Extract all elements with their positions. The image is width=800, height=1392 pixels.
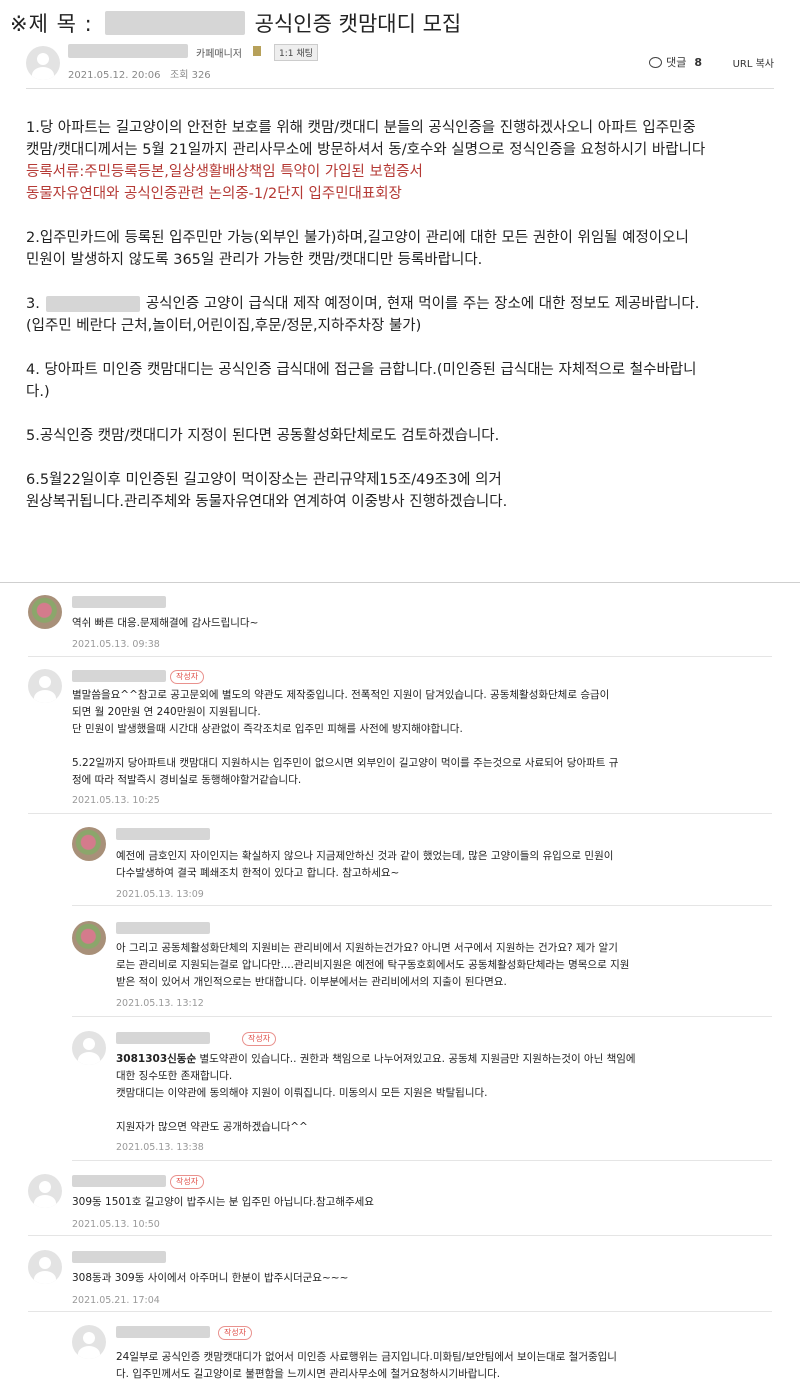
redacted-commenter-name[interactable] bbox=[116, 922, 210, 934]
body-line: 캣맘/캣대디께서는 5월 21일까지 관리사무소에 방문하셔서 동/호수와 실명… bbox=[26, 142, 706, 158]
comment-label: 댓글 bbox=[666, 56, 687, 69]
author-badge: 작성자 bbox=[242, 1032, 277, 1046]
comment-text: 아 그리고 공동체활성화단체의 지원비는 관리비에서 지원하는건가요? 아니면 … bbox=[116, 942, 630, 988]
author-badge: 작성자 bbox=[218, 1326, 253, 1340]
comment-divider bbox=[28, 1235, 772, 1236]
comment-bubble-icon bbox=[649, 56, 663, 68]
commenter-avatar[interactable] bbox=[28, 1250, 62, 1284]
body-line: 다.) bbox=[26, 384, 50, 400]
body-line: 1.당 아파트는 길고양이의 안전한 보호를 위해 캣맘/캣대디 분들의 공식인… bbox=[26, 120, 696, 136]
post-body: 1.당 아파트는 길고양이의 안전한 보호를 위해 캣맘/캣대디 분들의 공식인… bbox=[26, 117, 782, 513]
comment-date: 2021.05.13. 09:38 bbox=[72, 639, 160, 650]
comment-divider bbox=[28, 813, 772, 814]
commenter-avatar[interactable] bbox=[28, 1174, 62, 1208]
post-author-row: 카페매니저 1:1 채팅 2021.05.12. 20:06 조회 326 댓글… bbox=[26, 44, 786, 81]
comment-date: 2021.05.21. 17:04 bbox=[72, 1295, 160, 1306]
member-grade-icon bbox=[253, 46, 261, 56]
comment-text: 역쉬 빠른 대응.문제해결에 감사드립니다~ bbox=[72, 617, 259, 629]
body-line: 민원이 발생하지 않도록 365일 관리가 가능한 캣맘/캣대디만 등록바랍니다… bbox=[26, 252, 483, 268]
redacted-commenter-name[interactable] bbox=[116, 828, 210, 840]
post-title-row: ※제 목 : 공식인증 캣맘대디 모집 bbox=[10, 6, 461, 40]
comments-panel: 역쉬 빠른 대응.문제해결에 감사드립니다~ 2021.05.13. 09:38… bbox=[0, 582, 800, 1392]
comment-text: 24일부로 공식인증 캣맘캣대디가 없어서 미인증 사료행위는 금지입니다.미화… bbox=[116, 1351, 617, 1380]
body-line-highlight: 등록서류:주민등록등본,일상생활배상책임 특약이 가입된 보험증서 bbox=[26, 164, 423, 180]
comment-count: 8 bbox=[694, 55, 702, 69]
comment-count-button[interactable]: 댓글 8 bbox=[649, 54, 702, 70]
comment-date: 2021.05.13. 10:50 bbox=[72, 1219, 160, 1230]
post-meta: 2021.05.12. 20:06 조회 326 bbox=[68, 66, 211, 81]
redacted-apartment-name bbox=[45, 296, 140, 312]
title-prefix: ※제 목 : bbox=[10, 12, 93, 36]
redacted-commenter-name[interactable] bbox=[116, 1326, 210, 1338]
redacted-apartment-name bbox=[104, 11, 245, 35]
body-line: 원상복귀됩니다.관리주체와 동물자유연대와 연계하여 이중방사 진행하겠습니다. bbox=[26, 494, 508, 510]
body-line: (입주민 베란다 근처,놀이터,어린이집,후문/정문,지하주차장 불가) bbox=[26, 318, 422, 334]
redacted-author-name[interactable] bbox=[68, 44, 188, 58]
comment-text: 예전에 금호인지 자이인지는 확실하지 않으나 지금제안하신 것과 같이 했었는… bbox=[116, 850, 614, 879]
author-badge: 작성자 bbox=[170, 1175, 205, 1189]
redacted-commenter-name[interactable] bbox=[72, 1251, 166, 1263]
redacted-commenter-name[interactable] bbox=[116, 1032, 210, 1044]
commenter-avatar[interactable] bbox=[72, 921, 106, 955]
body-line: 2.입주민카드에 등록된 입주민만 가능(외부인 불가)하며,길고양이 관리에 … bbox=[26, 230, 689, 246]
redacted-commenter-name[interactable] bbox=[72, 1175, 166, 1187]
header-divider bbox=[26, 88, 774, 89]
post-title: 공식인증 캣맘대디 모집 bbox=[254, 12, 462, 36]
body-line: 6.5월22일이후 미인증된 길고양이 먹이장소는 관리규약제15조/49조3에… bbox=[26, 472, 502, 488]
commenter-avatar[interactable] bbox=[72, 1031, 106, 1065]
body-line: 3. 공식인증 고양이 급식대 제작 예정이며, 현재 먹이를 주는 장소에 대한… bbox=[26, 296, 700, 312]
commenter-avatar[interactable] bbox=[72, 1325, 106, 1359]
comment-divider bbox=[72, 1016, 772, 1017]
comment-date: 2021.05.13. 13:38 bbox=[116, 1142, 204, 1153]
comment-divider bbox=[72, 1160, 772, 1161]
post-date: 2021.05.12. 20:06 bbox=[68, 70, 161, 81]
comment-date: 2021.05.13. 10:25 bbox=[72, 795, 160, 806]
body-line: 4. 당아파트 미인증 캣맘대디는 공식인증 급식대에 접근을 금합니다.(미인… bbox=[26, 362, 697, 378]
comment-divider bbox=[72, 905, 772, 906]
url-copy-button[interactable]: URL 복사 bbox=[733, 55, 774, 70]
post-panel: ※제 목 : 공식인증 캣맘대디 모집 카페매니저 1:1 채팅 2021.05… bbox=[0, 0, 800, 582]
post-views: 조회 326 bbox=[170, 70, 211, 81]
comment-text: 309동 1501호 길고양이 밥주시는 분 입주민 아닙니다.참고해주세요 bbox=[72, 1196, 374, 1208]
author-avatar[interactable] bbox=[26, 46, 60, 80]
author-role: 카페매니저 bbox=[196, 49, 242, 60]
commenter-avatar[interactable] bbox=[28, 669, 62, 703]
comment-text: 별말씀을요^^참고로 공고문외에 별도의 약관도 제작중입니다. 전폭적인 지원… bbox=[72, 689, 619, 786]
comment-divider bbox=[28, 656, 772, 657]
redacted-commenter-name[interactable] bbox=[72, 670, 166, 682]
comment-divider bbox=[28, 1311, 772, 1312]
chat-button[interactable]: 1:1 채팅 bbox=[274, 44, 318, 61]
comment-text: 308동과 309동 사이에서 아주머니 한분이 밥주시더군요~~~ bbox=[72, 1272, 349, 1284]
comment-date: 2021.05.13. 13:09 bbox=[116, 889, 204, 900]
author-badge: 작성자 bbox=[170, 670, 205, 684]
comment-date: 2021.05.13. 13:12 bbox=[116, 998, 204, 1009]
commenter-avatar[interactable] bbox=[72, 827, 106, 861]
body-line-highlight: 동물자유연대와 공식인증관련 논의중-1/2단지 입주민대표회장 bbox=[26, 186, 402, 202]
comment-text: 3081303신동순 별도약관이 있습니다.. 권한과 책임으로 나누어져있고요… bbox=[116, 1053, 636, 1133]
mention: 3081303신동순 bbox=[116, 1053, 197, 1065]
commenter-avatar[interactable] bbox=[28, 595, 62, 629]
redacted-commenter-name[interactable] bbox=[72, 596, 166, 608]
body-line: 5.공식인증 캣맘/캣대디가 지정이 된다면 공동활성화단체로도 검토하겠습니다… bbox=[26, 428, 500, 444]
